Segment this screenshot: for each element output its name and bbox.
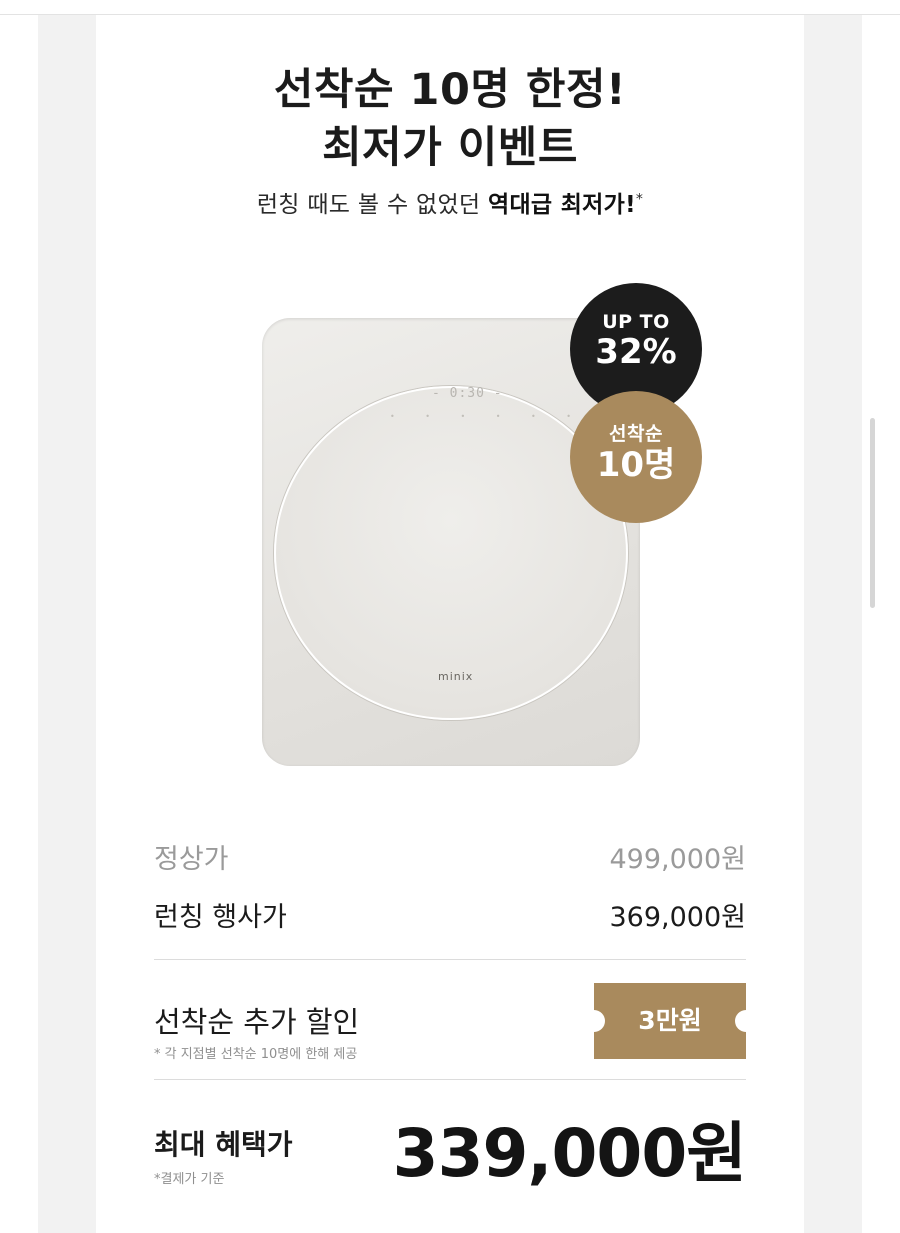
coupon-ticket: 3만원 — [583, 983, 757, 1059]
divider — [154, 959, 746, 960]
launch-price-value: 369,000원 — [609, 902, 747, 933]
headline-line-1: 선착순 10명 한정! — [273, 65, 627, 115]
subtitle-footnote-mark: * — [635, 191, 644, 208]
limit-badge: 선착순 10명 — [570, 391, 702, 523]
page-margin-left — [0, 15, 38, 1233]
event-card: 선착순 10명 한정! 최저가 이벤트 런칭 때도 볼 수 없었던 역대급 최저… — [96, 15, 804, 1233]
control-display: - 0:30 - — [432, 386, 503, 401]
max-benefit-note: *결제가 기준 — [154, 1172, 225, 1187]
extra-discount-note: * 각 지점별 선착순 10명에 한해 제공 — [154, 1047, 358, 1062]
launch-price-label: 런칭 행사가 — [154, 902, 287, 933]
scrollbar[interactable] — [870, 418, 875, 608]
extra-discount-label: 선착순 추가 할인 — [154, 1005, 360, 1039]
touch-controls: • • • • • • — [390, 412, 586, 421]
coupon-amount: 3만원 — [638, 1006, 702, 1035]
discount-badge-small: UP TO — [602, 311, 670, 333]
top-bar — [0, 0, 900, 15]
ticket-notch-left — [583, 1010, 605, 1032]
subtitle: 런칭 때도 볼 수 없었던 역대급 최저가!* — [96, 185, 804, 219]
headline-line-2: 최저가 이벤트 — [322, 123, 578, 173]
max-benefit-price: 339,000원 — [392, 1115, 747, 1192]
page-margin-right — [862, 15, 900, 1233]
limit-badge-small: 선착순 — [609, 423, 663, 445]
discount-badge-percent: 32% — [595, 332, 677, 372]
ticket-notch-right — [735, 1010, 757, 1032]
subtitle-emphasis: 역대급 최저가! — [488, 192, 636, 218]
regular-price-label: 정상가 — [154, 844, 229, 875]
brand-logo: minix — [438, 670, 474, 683]
limit-badge-count: 10명 — [596, 445, 676, 485]
divider — [154, 1079, 746, 1080]
max-benefit-label: 최대 혜택가 — [154, 1128, 293, 1161]
subtitle-prefix: 런칭 때도 볼 수 없었던 — [256, 192, 489, 218]
regular-price-value: 499,000원 — [609, 844, 747, 875]
